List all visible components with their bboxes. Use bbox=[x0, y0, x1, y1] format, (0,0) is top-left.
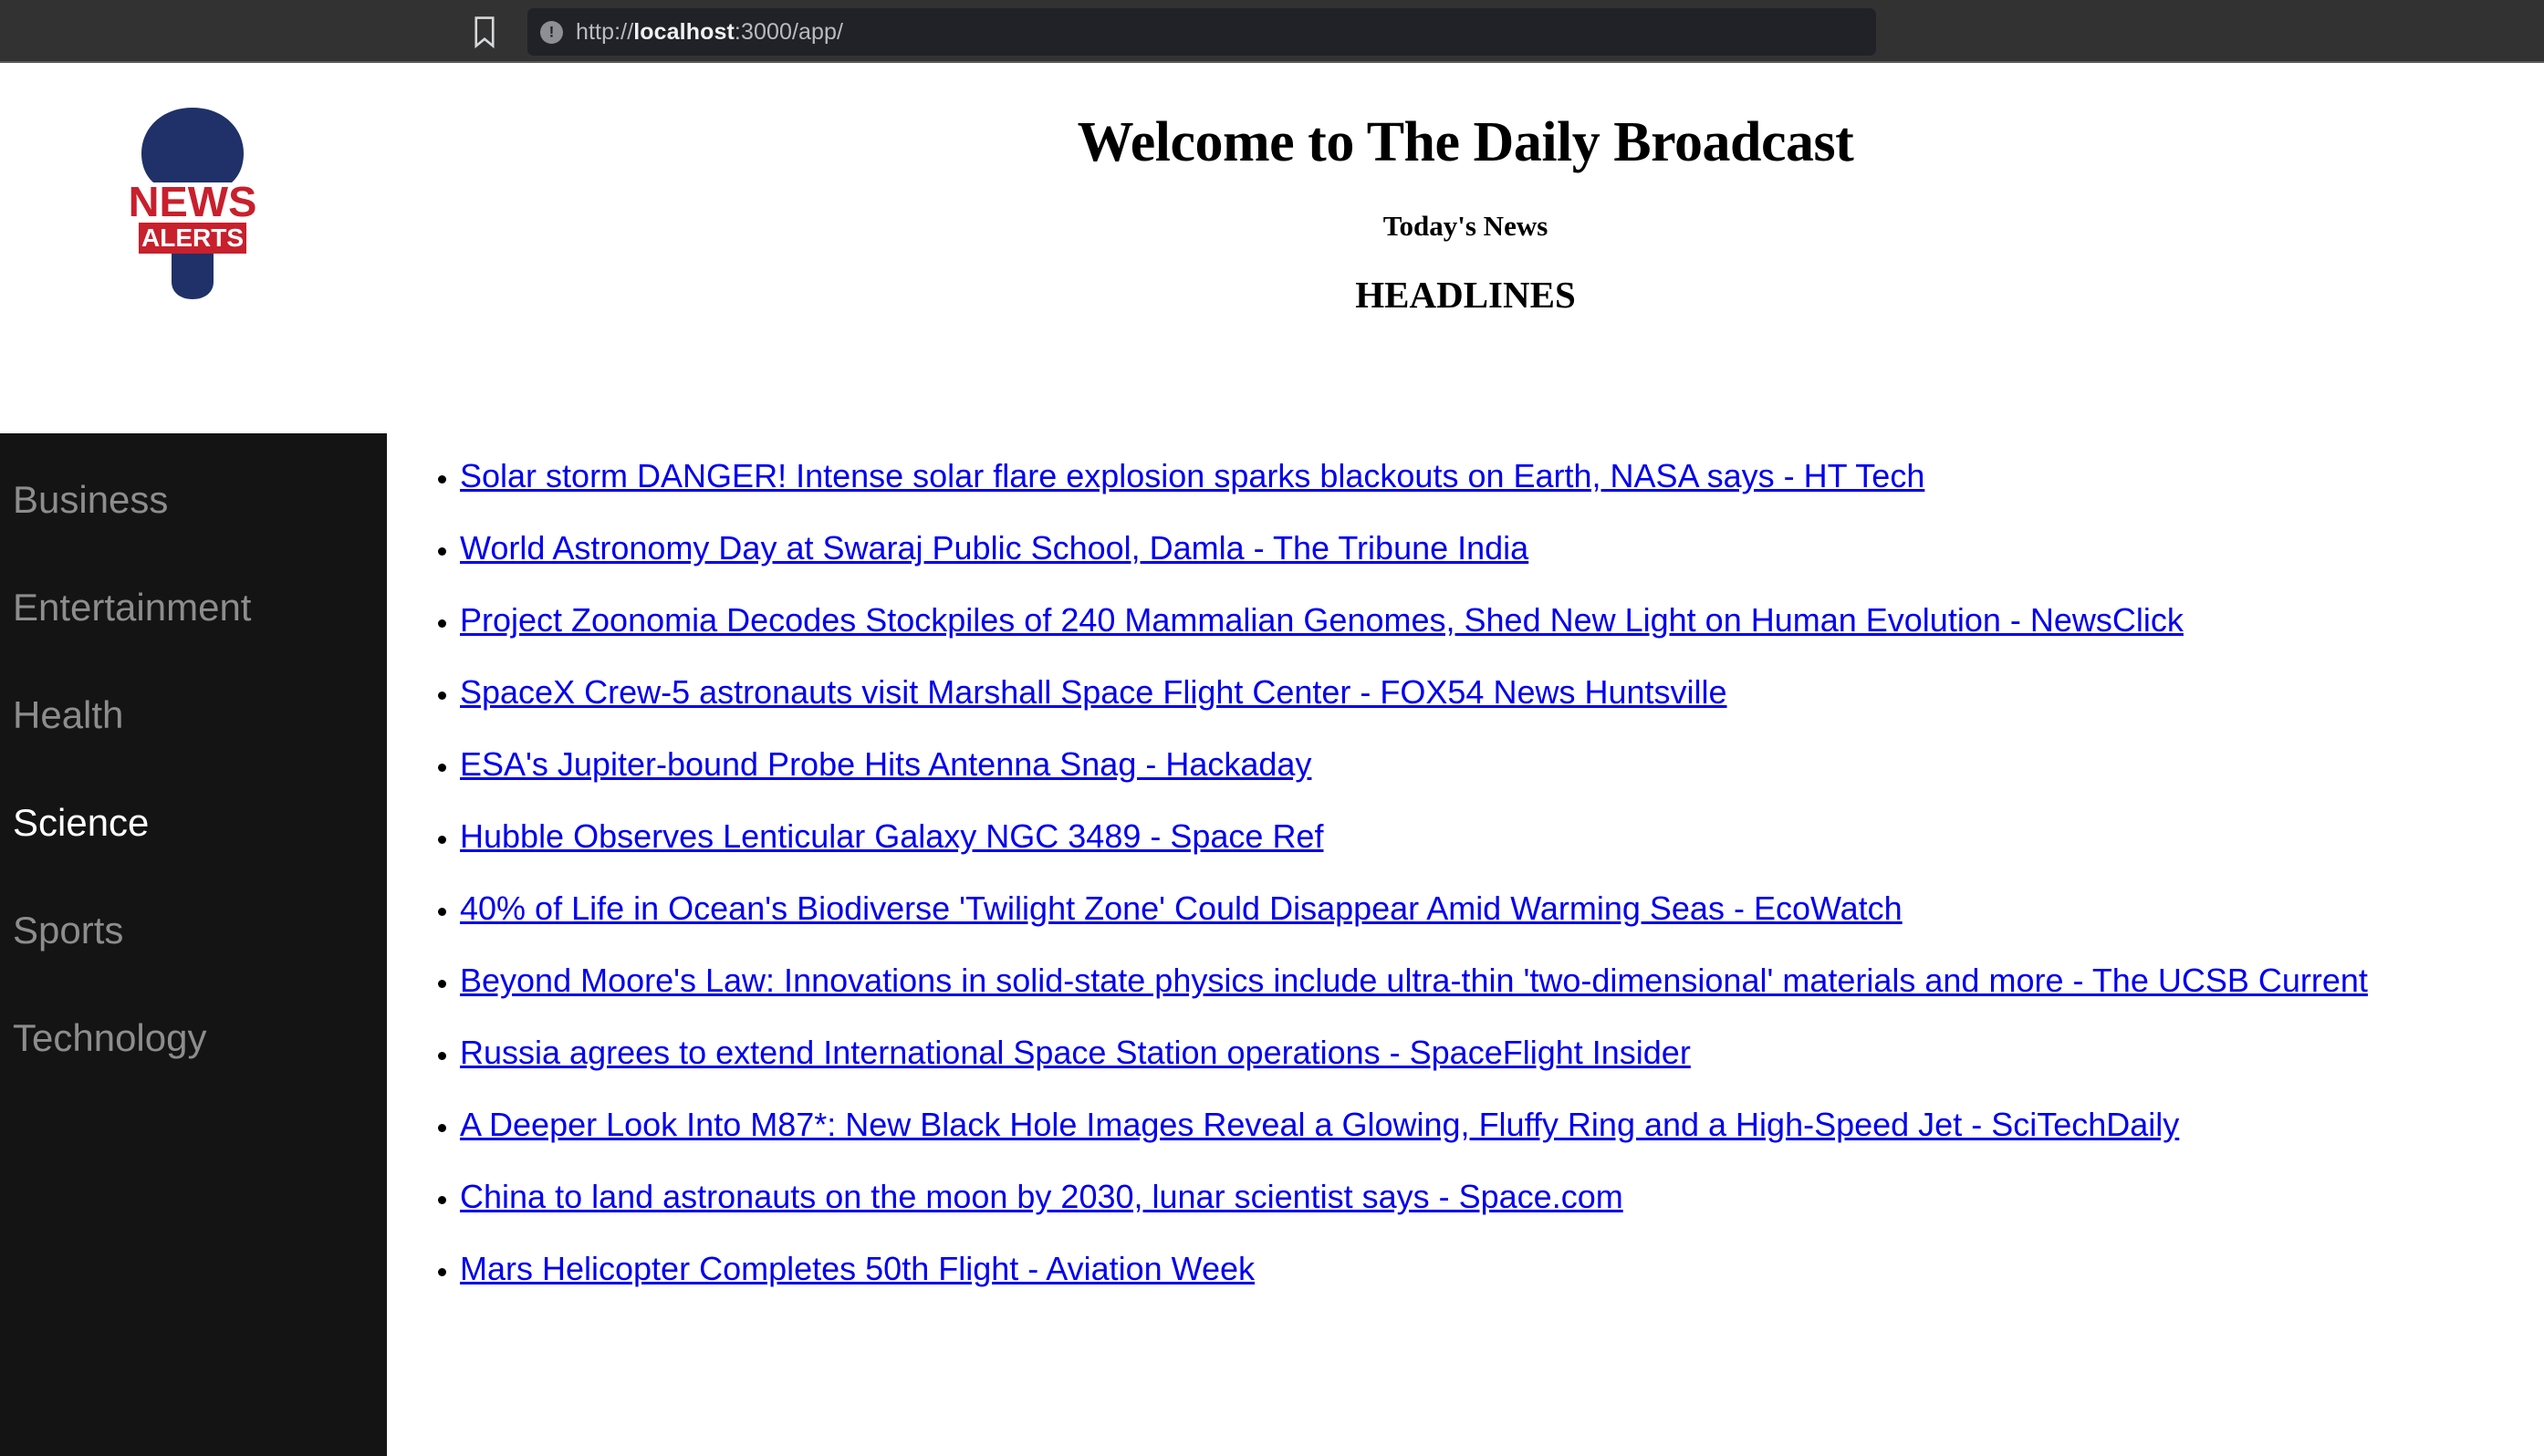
headline-link[interactable]: A Deeper Look Into M87*: New Black Hole … bbox=[460, 1106, 2179, 1143]
list-item: Russia agrees to extend International Sp… bbox=[460, 1032, 2517, 1074]
sidebar-item-health[interactable]: Health bbox=[0, 661, 387, 769]
list-item: SpaceX Crew-5 astronauts visit Marshall … bbox=[460, 671, 2517, 713]
info-circle-icon[interactable] bbox=[540, 21, 563, 44]
svg-text:ALERTS: ALERTS bbox=[141, 224, 244, 252]
content-area: Business Entertainment Health Science Sp… bbox=[0, 433, 2544, 1456]
masthead: NEWS ALERTS Welcome to The Daily Broadca… bbox=[0, 63, 2544, 433]
list-item: A Deeper Look Into M87*: New Black Hole … bbox=[460, 1104, 2517, 1146]
headline-link[interactable]: 40% of Life in Ocean's Biodiverse 'Twili… bbox=[460, 889, 1903, 927]
category-sidebar: Business Entertainment Health Science Sp… bbox=[0, 433, 387, 1456]
list-item: Hubble Observes Lenticular Galaxy NGC 34… bbox=[460, 816, 2517, 858]
page-viewport: NEWS ALERTS Welcome to The Daily Broadca… bbox=[0, 63, 2544, 1456]
bookmark-icon[interactable] bbox=[467, 14, 502, 50]
list-item: World Astronomy Day at Swaraj Public Sch… bbox=[460, 527, 2517, 569]
list-item: ESA's Jupiter-bound Probe Hits Antenna S… bbox=[460, 744, 2517, 785]
headline-link[interactable]: China to land astronauts on the moon by … bbox=[460, 1178, 1623, 1215]
sidebar-item-business[interactable]: Business bbox=[0, 446, 387, 554]
headline-list: Solar storm DANGER! Intense solar flare … bbox=[387, 433, 2544, 1290]
url-path: :3000/app/ bbox=[735, 19, 843, 45]
address-bar-text: http://localhost:3000/app/ bbox=[576, 19, 843, 46]
headline-link[interactable]: SpaceX Crew-5 astronauts visit Marshall … bbox=[460, 673, 1727, 711]
browser-chrome: http://localhost:3000/app/ bbox=[0, 0, 2544, 63]
headline-link[interactable]: Beyond Moore's Law: Innovations in solid… bbox=[460, 962, 2368, 999]
headline-link[interactable]: Mars Helicopter Completes 50th Flight - … bbox=[460, 1250, 1255, 1287]
masthead-subtitle: Today's News bbox=[387, 172, 2544, 242]
masthead-titles: Welcome to The Daily Broadcast Today's N… bbox=[387, 63, 2544, 316]
headlines-panel: Solar storm DANGER! Intense solar flare … bbox=[387, 433, 2544, 1456]
news-alerts-microphone-logo: NEWS ALERTS bbox=[124, 95, 261, 323]
svg-text:NEWS: NEWS bbox=[129, 178, 257, 224]
headline-link[interactable]: ESA's Jupiter-bound Probe Hits Antenna S… bbox=[460, 745, 1311, 783]
list-item: China to land astronauts on the moon by … bbox=[460, 1176, 2517, 1218]
page-title: Welcome to The Daily Broadcast bbox=[387, 63, 2544, 172]
url-host: localhost bbox=[633, 19, 735, 45]
sidebar-item-technology[interactable]: Technology bbox=[0, 984, 387, 1092]
address-bar[interactable]: http://localhost:3000/app/ bbox=[527, 8, 1876, 56]
list-item: Solar storm DANGER! Intense solar flare … bbox=[460, 455, 2517, 497]
sidebar-item-sports[interactable]: Sports bbox=[0, 877, 387, 984]
list-item: Beyond Moore's Law: Innovations in solid… bbox=[460, 960, 2517, 1002]
headline-link[interactable]: World Astronomy Day at Swaraj Public Sch… bbox=[460, 529, 1528, 567]
sidebar-item-entertainment[interactable]: Entertainment bbox=[0, 554, 387, 661]
url-scheme: http:// bbox=[576, 19, 633, 45]
headline-link[interactable]: Hubble Observes Lenticular Galaxy NGC 34… bbox=[460, 817, 1323, 855]
list-item: Project Zoonomia Decodes Stockpiles of 2… bbox=[460, 599, 2517, 641]
sidebar-item-science[interactable]: Science bbox=[0, 769, 387, 877]
headlines-section-label: HEADLINES bbox=[387, 242, 2544, 316]
headline-link[interactable]: Solar storm DANGER! Intense solar flare … bbox=[460, 457, 1924, 494]
headline-link[interactable]: Russia agrees to extend International Sp… bbox=[460, 1034, 1691, 1071]
list-item: 40% of Life in Ocean's Biodiverse 'Twili… bbox=[460, 888, 2517, 930]
headline-link[interactable]: Project Zoonomia Decodes Stockpiles of 2… bbox=[460, 601, 2184, 639]
list-item: Mars Helicopter Completes 50th Flight - … bbox=[460, 1248, 2517, 1290]
